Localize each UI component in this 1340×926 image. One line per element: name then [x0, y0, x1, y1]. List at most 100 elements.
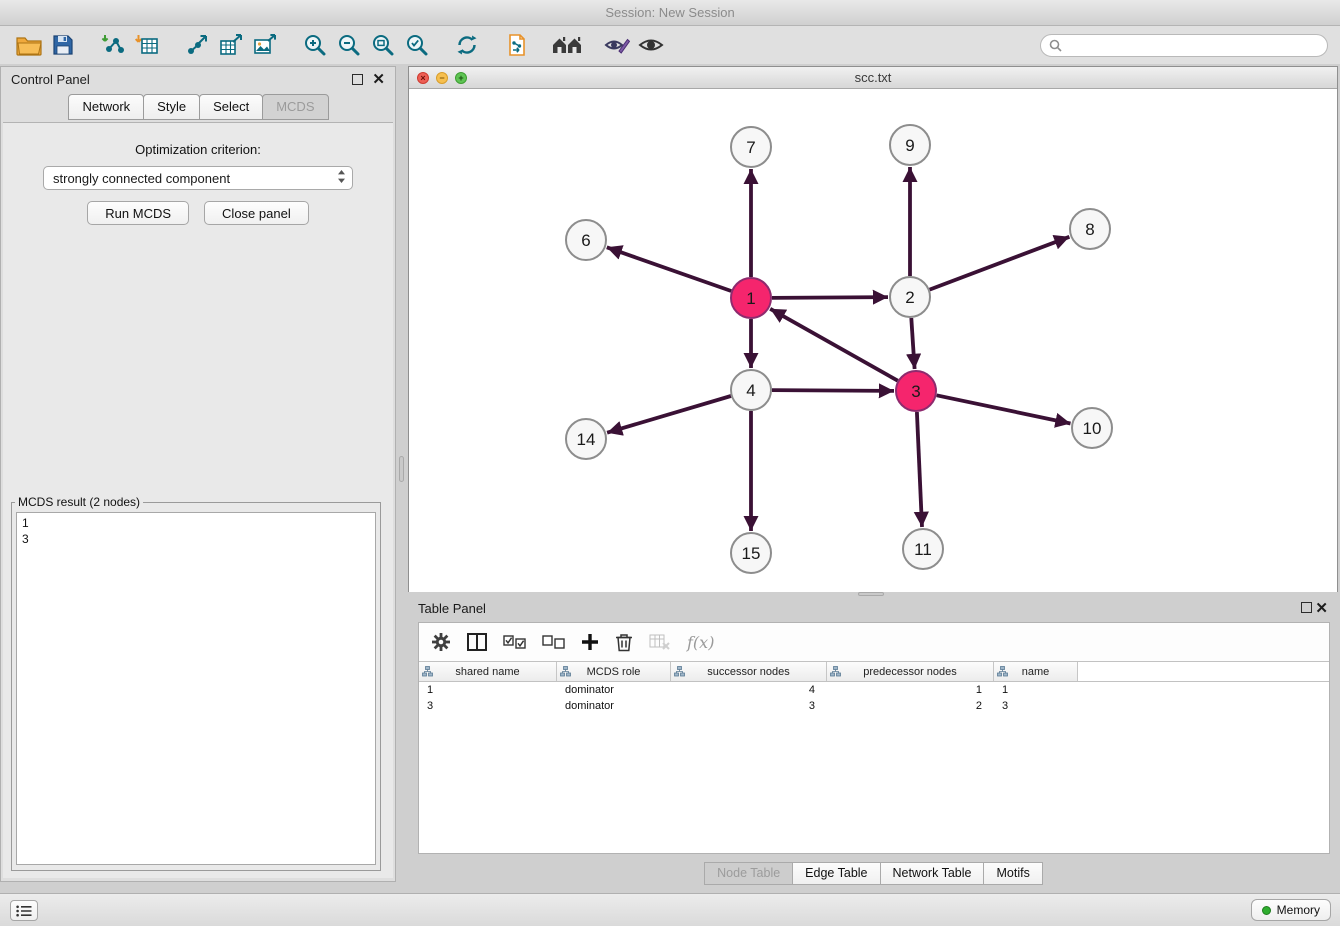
svg-text:14: 14: [577, 430, 596, 449]
table-tab-network-table[interactable]: Network Table: [880, 862, 985, 885]
table-tab-node-table[interactable]: Node Table: [704, 862, 793, 885]
node-table-box: f(x) shared name MCDS role successor nodes…: [418, 622, 1330, 854]
export-image-button[interactable]: [248, 30, 282, 60]
graph-node-15[interactable]: 15: [731, 533, 771, 573]
network-graph[interactable]: 7 9 6 8 1 2 4 3 14 10 15 11: [409, 89, 1337, 592]
column-header-predecessor-nodes[interactable]: predecessor nodes: [827, 662, 994, 681]
network-view-window: × − + scc.txt 7968124314101511: [408, 66, 1338, 592]
table-options-button[interactable]: [431, 632, 451, 652]
table-cell[interactable]: dominator: [557, 700, 671, 712]
table-cell[interactable]: 4: [671, 684, 827, 696]
style-brush-eye-icon: [604, 34, 630, 56]
delete-table-button[interactable]: [649, 633, 671, 651]
first-neighbors-button[interactable]: [550, 30, 584, 60]
mcds-result-item: 1: [22, 515, 370, 531]
table-cell[interactable]: 3: [671, 700, 827, 712]
graph-node-14[interactable]: 14: [566, 419, 606, 459]
table-cell[interactable]: 2: [827, 700, 994, 712]
graph-node-8[interactable]: 8: [1070, 209, 1110, 249]
graph-node-6[interactable]: 6: [566, 220, 606, 260]
column-header-name[interactable]: name: [994, 662, 1078, 681]
table-row[interactable]: 3dominator323: [419, 698, 1329, 714]
graph-edge-1-2[interactable]: [772, 297, 888, 298]
table-cell[interactable]: 3: [994, 700, 1078, 712]
clone-network-button[interactable]: [500, 30, 534, 60]
export-table-button[interactable]: [214, 30, 248, 60]
zoom-fit-button[interactable]: [366, 30, 400, 60]
graph-edge-1-6[interactable]: [607, 247, 731, 291]
column-sort-icon: [560, 666, 571, 680]
close-table-panel-icon[interactable]: ✕: [1315, 600, 1328, 617]
gear-icon: [431, 632, 451, 652]
window-minimize-icon[interactable]: −: [436, 72, 448, 84]
save-session-button[interactable]: [46, 30, 80, 60]
graph-edge-2-8[interactable]: [930, 237, 1070, 290]
run-mcds-button[interactable]: Run MCDS: [87, 201, 189, 225]
apply-style-button[interactable]: [600, 30, 634, 60]
column-header-mcds-role[interactable]: MCDS role: [557, 662, 671, 681]
graph-node-11[interactable]: 11: [903, 529, 943, 569]
graph-edge-2-3[interactable]: [911, 318, 914, 369]
close-panel-icon[interactable]: ✕: [372, 74, 385, 85]
open-session-button[interactable]: [12, 30, 46, 60]
mcds-result-list[interactable]: 13: [16, 512, 376, 865]
select-all-button[interactable]: [503, 635, 526, 650]
graph-node-1[interactable]: 1: [731, 278, 771, 318]
table-cell[interactable]: 1: [827, 684, 994, 696]
list-icon: [16, 905, 32, 917]
zoom-in-button[interactable]: [298, 30, 332, 60]
graph-node-10[interactable]: 10: [1072, 408, 1112, 448]
graph-edge-3-11[interactable]: [917, 412, 922, 527]
optimization-criterion-select[interactable]: strongly connected component: [43, 166, 353, 190]
import-table-button[interactable]: [130, 30, 164, 60]
table-tab-edge-table[interactable]: Edge Table: [792, 862, 880, 885]
graph-node-4[interactable]: 4: [731, 370, 771, 410]
delete-columns-button[interactable]: [615, 632, 633, 652]
control-tab-style[interactable]: Style: [143, 94, 200, 120]
control-tab-select[interactable]: Select: [199, 94, 263, 120]
export-network-button[interactable]: [180, 30, 214, 60]
float-panel-icon[interactable]: [352, 74, 363, 85]
graph-node-3[interactable]: 3: [896, 371, 936, 411]
task-history-button[interactable]: [10, 900, 38, 921]
column-header-successor-nodes[interactable]: successor nodes: [671, 662, 827, 681]
graph-node-9[interactable]: 9: [890, 125, 930, 165]
graph-edge-3-10[interactable]: [937, 395, 1071, 423]
graph-edge-4-14[interactable]: [607, 396, 731, 433]
control-tab-network[interactable]: Network: [68, 94, 144, 120]
import-network-button[interactable]: [96, 30, 130, 60]
create-column-button[interactable]: [581, 633, 599, 651]
deselect-all-button[interactable]: [542, 635, 565, 650]
search-input[interactable]: [1067, 38, 1319, 52]
graph-edge-3-1[interactable]: [770, 309, 898, 381]
graph-node-2[interactable]: 2: [890, 277, 930, 317]
panel-splitter-vertical[interactable]: [398, 66, 406, 882]
search-field[interactable]: [1040, 34, 1328, 57]
window-zoom-icon[interactable]: +: [455, 72, 467, 84]
zoom-out-button[interactable]: [332, 30, 366, 60]
column-header-shared-name[interactable]: shared name: [419, 662, 557, 681]
function-builder-button[interactable]: f(x): [687, 633, 714, 652]
table-row[interactable]: 1dominator411: [419, 682, 1329, 698]
memory-button[interactable]: Memory: [1251, 899, 1331, 921]
table-cell[interactable]: 3: [419, 700, 557, 712]
network-canvas[interactable]: 7 9 6 8 1 2 4 3 14 10 15 11: [409, 89, 1337, 592]
close-panel-button[interactable]: Close panel: [204, 201, 309, 225]
window-close-icon[interactable]: ×: [417, 72, 429, 84]
control-panel-title: Control Panel: [11, 72, 90, 87]
table-cell[interactable]: dominator: [557, 684, 671, 696]
mcds-result-box: MCDS result (2 nodes) 13: [11, 495, 381, 871]
graph-edge-4-3[interactable]: [772, 390, 894, 391]
table-tab-motifs[interactable]: Motifs: [983, 862, 1042, 885]
zoom-selected-button[interactable]: [400, 30, 434, 60]
column-sort-icon: [830, 666, 841, 680]
table-cell[interactable]: 1: [419, 684, 557, 696]
control-tab-mcds[interactable]: MCDS: [262, 94, 328, 120]
graph-node-7[interactable]: 7: [731, 127, 771, 167]
show-columns-button[interactable]: [467, 633, 487, 651]
table-cell[interactable]: 1: [994, 684, 1078, 696]
column-header-label: MCDS role: [587, 666, 641, 678]
float-table-panel-icon[interactable]: [1301, 602, 1312, 613]
show-graphics-details-button[interactable]: [634, 30, 668, 60]
refresh-view-button[interactable]: [450, 30, 484, 60]
